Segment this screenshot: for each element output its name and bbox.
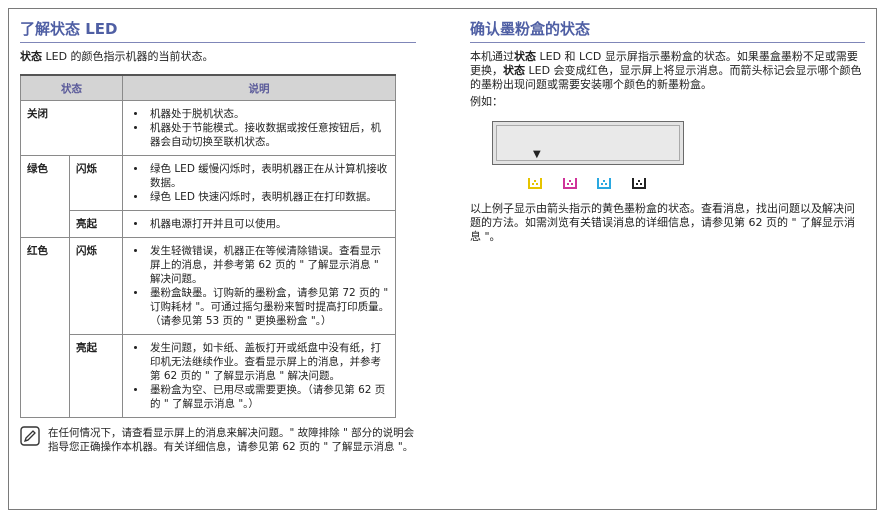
status-red-on-desc: 发生问题，如卡纸、盖板打开或纸盘中没有纸，打印机无法继续作业。查看显示屏上的消息… [122,334,396,418]
status-red-blink-label: 闪烁 [69,237,123,335]
note-block: 在任何情况下，请查看显示屏上的消息来解决问题。" 故障排除 " 部分的说明会指导… [20,426,416,454]
status-off-desc: 机器处于脱机状态。 机器处于节能模式。接收数据或按任意按钮后，机器会自动切换至联… [122,100,396,156]
led-section-title: 了解状态 LED [20,18,416,43]
table-row: 关闭 机器处于脱机状态。 机器处于节能模式。接收数据或按任意按钮后，机器会自动切… [20,100,396,156]
status-off-label: 关闭 [20,100,123,156]
header-status: 状态 [20,74,123,101]
header-description: 说明 [122,74,396,101]
list-item: 机器处于脱机状态。 [147,107,391,121]
example-label: 例如： [470,95,503,108]
note-pencil-icon [20,426,40,446]
status-red-on-label: 亮起 [69,334,123,418]
lcd-display: ▼ [492,121,684,165]
list-item: 发生轻微错误，机器正在等候清除错误。查看显示屏上的消息，并参考第 62 页的 "… [147,244,391,286]
lcd-screen [496,125,680,161]
status-red-label: 红色 [20,237,70,418]
status-green-blink-desc: 绿色 LED 缓慢闪烁时，表明机器正在从计算机接收数据。 绿色 LED 快速闪烁… [122,155,396,211]
cyan-toner-icon [597,178,611,189]
arrow-down-icon: ▼ [533,149,541,160]
note-text: 在任何情况下，请查看显示屏上的消息来解决问题。" 故障排除 " 部分的说明会指导… [48,427,415,453]
black-toner-icon [631,178,646,189]
led-status-table: 状态 说明 关闭 机器处于脱机状态。 机器处于节能模式。接收数据或按任意按钮后，… [20,74,396,418]
table-row: 亮起 发生问题，如卡纸、盖板打开或纸盘中没有纸，打印机无法继续作业。查看显示屏上… [21,334,396,418]
toner-section: 确认墨粉盒的状态 本机通过状态 LED 和 LCD 显示屏指示墨粉盒的状态。如果… [470,18,865,244]
list-item: 绿色 LED 快速闪烁时，表明机器正在打印数据。 [147,190,391,204]
table-row: 绿色 闪烁 绿色 LED 缓慢闪烁时，表明机器正在从计算机接收数据。 绿色 LE… [20,155,396,238]
list-item: 机器处于节能模式。接收数据或按任意按钮后，机器会自动切换至联机状态。 [147,121,391,149]
status-green-on-desc: 机器电源打开并且可以使用。 [122,210,396,238]
list-item: 发生问题，如卡纸、盖板打开或纸盘中没有纸，打印机无法继续作业。查看显示屏上的消息… [147,341,391,383]
list-item: 绿色 LED 缓慢闪烁时，表明机器正在从计算机接收数据。 [147,162,391,190]
toner-example-text: 以上例子显示由箭头指示的黄色墨粉盒的状态。查看消息，找出问题以及解决问题的方法。… [470,202,856,243]
led-section: 了解状态 LED 状态 LED 的颜色指示机器的当前状态。 状态 说明 关闭 机… [20,18,416,454]
status-green-blink-label: 闪烁 [69,155,123,211]
toner-section-title: 确认墨粉盒的状态 [470,18,865,43]
table-header-row: 状态 说明 [20,74,396,101]
led-intro: 状态 LED 的颜色指示机器的当前状态。 [20,50,214,63]
toner-icons [528,177,865,193]
yellow-toner-icon [528,178,542,189]
status-green-label: 绿色 [20,155,70,238]
status-green-on-label: 亮起 [69,210,123,238]
list-item: 墨粉盒为空、已用尽或需要更换。（请参见第 62 页的 " 了解显示消息 "。） [147,383,391,411]
table-row: 红色 闪烁 发生轻微错误，机器正在等候清除错误。查看显示屏上的消息，并参考第 6… [20,237,396,418]
toner-intro: 本机通过状态 LED 和 LCD 显示屏指示墨粉盒的状态。如果墨盒墨粉不足或需要… [470,50,862,91]
table-row: 亮起 机器电源打开并且可以使用。 [21,210,396,238]
list-item: 墨粉盒缺墨。订购新的墨粉盒，请参见第 72 页的 " 订购耗材 "。可通过摇匀墨… [147,286,391,328]
magenta-toner-icon [562,178,577,189]
list-item: 机器电源打开并且可以使用。 [147,217,391,231]
status-red-blink-desc: 发生轻微错误，机器正在等候清除错误。查看显示屏上的消息，并参考第 62 页的 "… [122,237,396,335]
